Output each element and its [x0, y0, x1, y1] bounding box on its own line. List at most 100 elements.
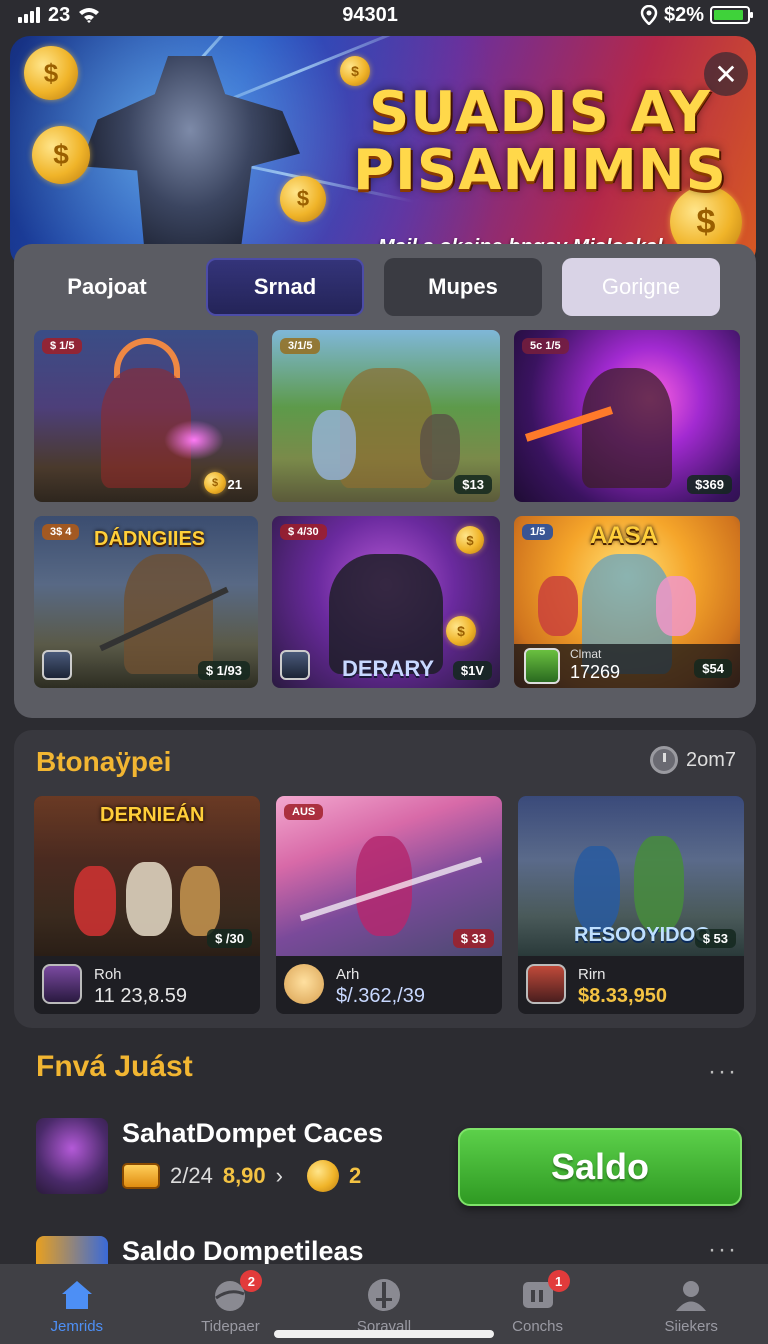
list-item-title: SahatDompet Caces — [122, 1118, 384, 1148]
coin-icon: $ — [446, 616, 476, 646]
list-item[interactable]: SahatDompet Caces 2/24 8,90 › 2 Saldo — [36, 1118, 742, 1206]
coin-icon: $ — [340, 56, 370, 86]
card-value: $ 33 — [452, 929, 494, 948]
saldo-button[interactable]: Saldo — [458, 1128, 742, 1206]
card-badge: 3/1/5 — [280, 338, 321, 354]
stat-tickets: 2/24 — [170, 1163, 213, 1188]
notification-badge: 2 — [240, 1270, 263, 1292]
hero-title: SUADIS AY PISAMIMNS — [350, 84, 730, 200]
status-left: 23 — [18, 4, 100, 27]
coin-icon: $ — [280, 176, 326, 222]
card-price: $8.33,950 — [578, 985, 667, 1007]
game-card[interactable]: $ $ $ 4/30 DERARY $1V — [272, 516, 500, 688]
card-title: DERNIEÁN — [100, 804, 205, 826]
game-icon — [524, 648, 560, 684]
card-badge: 1/5 — [522, 524, 554, 540]
card-value: 21 — [227, 477, 242, 492]
tab-paojoat[interactable]: Paojoat — [28, 258, 186, 316]
card-meta: Arh $/.362,/39 — [276, 956, 502, 1014]
card-value: $ 1/93 — [197, 661, 250, 680]
nav-item-siiekers[interactable]: Siiekers — [621, 1276, 761, 1335]
nav-label: Conchs — [512, 1318, 563, 1335]
featured-card[interactable]: DERNIEÁN $ /30 Roh 11 23,8.59 — [34, 796, 260, 1014]
home-indicator[interactable] — [274, 1330, 494, 1338]
nav-label: Jemrids — [50, 1318, 104, 1335]
card-info-row: Clmat 17269 $54 — [514, 644, 740, 688]
card-badge: AUS — [284, 804, 324, 820]
signal-icon — [18, 7, 40, 23]
sword-icon — [367, 1279, 400, 1311]
featured-section: Btonaÿpei 2om7 DERNIEÁN $ /30 Roh 11 23,… — [14, 730, 756, 1028]
clock-icon — [649, 746, 678, 774]
card-value: $1V — [452, 661, 492, 680]
card-title: RESOOYIDOO — [574, 924, 711, 946]
stat-coins: 2 — [348, 1163, 362, 1188]
card-badge: $ 1/5 — [42, 338, 83, 354]
card-badge: 3$ 4 — [42, 524, 80, 540]
card-meta: Roh 11 23,8.59 — [34, 956, 260, 1014]
wifi-icon — [79, 8, 100, 23]
hero-title-line1: SUADIS AY — [368, 80, 712, 145]
close-icon: ✕ — [714, 58, 738, 90]
avatar — [280, 650, 310, 680]
close-button[interactable]: ✕ — [704, 52, 748, 96]
card-price: 11 23,8.59 — [94, 985, 188, 1007]
card-name: Rirn — [578, 966, 606, 983]
game-thumbnail — [36, 1118, 108, 1194]
list-item-title: Saldo Dompetileas — [122, 1236, 364, 1266]
battery-icon — [710, 6, 753, 24]
game-card[interactable]: 3$ 4 DÁDNGIIES $ 1/93 — [34, 516, 258, 688]
card-meta: Rirn $8.33,950 — [518, 956, 744, 1014]
card-badge: $ 4/30 — [280, 524, 327, 540]
home-icon — [61, 1281, 92, 1309]
ticket-icon — [122, 1163, 160, 1189]
card-value: $54 — [694, 659, 732, 678]
coin-icon: $ — [456, 526, 484, 554]
nav-item-home[interactable]: Jemrids — [7, 1276, 147, 1335]
coin-icon: $ — [24, 46, 78, 100]
featured-card[interactable]: AUS $ 33 Arh $/.362,/39 — [276, 796, 502, 1014]
card-name: Arh — [336, 966, 360, 983]
game-card[interactable]: 3/1/5 $13 — [272, 330, 500, 502]
card-price: $/.362,/39 — [336, 985, 425, 1007]
card-value: $13 — [454, 475, 492, 494]
list-item[interactable]: Saldo Dompetileas ··· — [36, 1236, 742, 1266]
card-title: DERARY — [342, 656, 435, 681]
coin-icon — [306, 1160, 339, 1192]
battery-percent: $2% — [663, 3, 704, 26]
nav-item-tidepaer[interactable]: 2 Tidepaer — [160, 1270, 300, 1335]
list-item-stats: 2/24 8,90 › 2 — [122, 1160, 361, 1192]
category-panel: Paojoat Srnad Mupes Gorigne $ 1/5 $ 21 3… — [14, 244, 756, 718]
card-title: DÁDNGIIES — [94, 528, 206, 550]
featured-card[interactable]: RESOOYIDOO $ 53 Rirn $8.33,950 — [518, 796, 744, 1014]
featured-cards: DERNIEÁN $ /30 Roh 11 23,8.59 AUS $ 33 A… — [34, 796, 744, 1014]
section-title: Btonaÿpei — [36, 746, 172, 777]
status-bar: 23 94301 $2% — [0, 0, 768, 30]
nav-label: Tidepaer — [201, 1318, 260, 1335]
avatar — [42, 650, 72, 680]
nav-item-conchs[interactable]: 1 Conchs — [468, 1270, 608, 1335]
carrier-text: 23 — [48, 3, 71, 26]
nav-item-soravall[interactable]: Soravall — [314, 1276, 454, 1335]
chevron-right-icon: › — [275, 1163, 283, 1188]
game-card[interactable]: $ 1/5 $ 21 — [34, 330, 258, 502]
section-meta[interactable]: 2om7 — [649, 746, 736, 774]
game-card[interactable]: 5c 1/5 $369 — [514, 330, 740, 502]
more-icon[interactable]: ··· — [708, 1058, 738, 1086]
status-right: $2% — [640, 3, 753, 27]
game-thumbnail — [36, 1236, 108, 1266]
card-title: AASA — [590, 522, 659, 549]
hero-banner[interactable]: $ $ $ $ $ SUADIS AY PISAMIMNS Majl s oke… — [10, 36, 756, 268]
card-name: Clmat — [570, 647, 602, 661]
tab-mupes[interactable]: Mupes — [384, 258, 542, 316]
tab-gorigne[interactable]: Gorigne — [562, 258, 720, 316]
location-icon — [640, 5, 658, 25]
tab-srnad[interactable]: Srnad — [206, 258, 364, 316]
warrior-figure — [80, 56, 300, 268]
nav-label: Siiekers — [664, 1318, 718, 1335]
game-card[interactable]: 1/5 AASA Clmat 17269 $54 — [514, 516, 740, 688]
section-title: Fnvá Juást — [36, 1050, 193, 1083]
card-value: $369 — [687, 475, 732, 494]
hero-title-line2: PISAMIMNS — [352, 138, 728, 203]
more-icon[interactable]: ··· — [708, 1236, 738, 1264]
